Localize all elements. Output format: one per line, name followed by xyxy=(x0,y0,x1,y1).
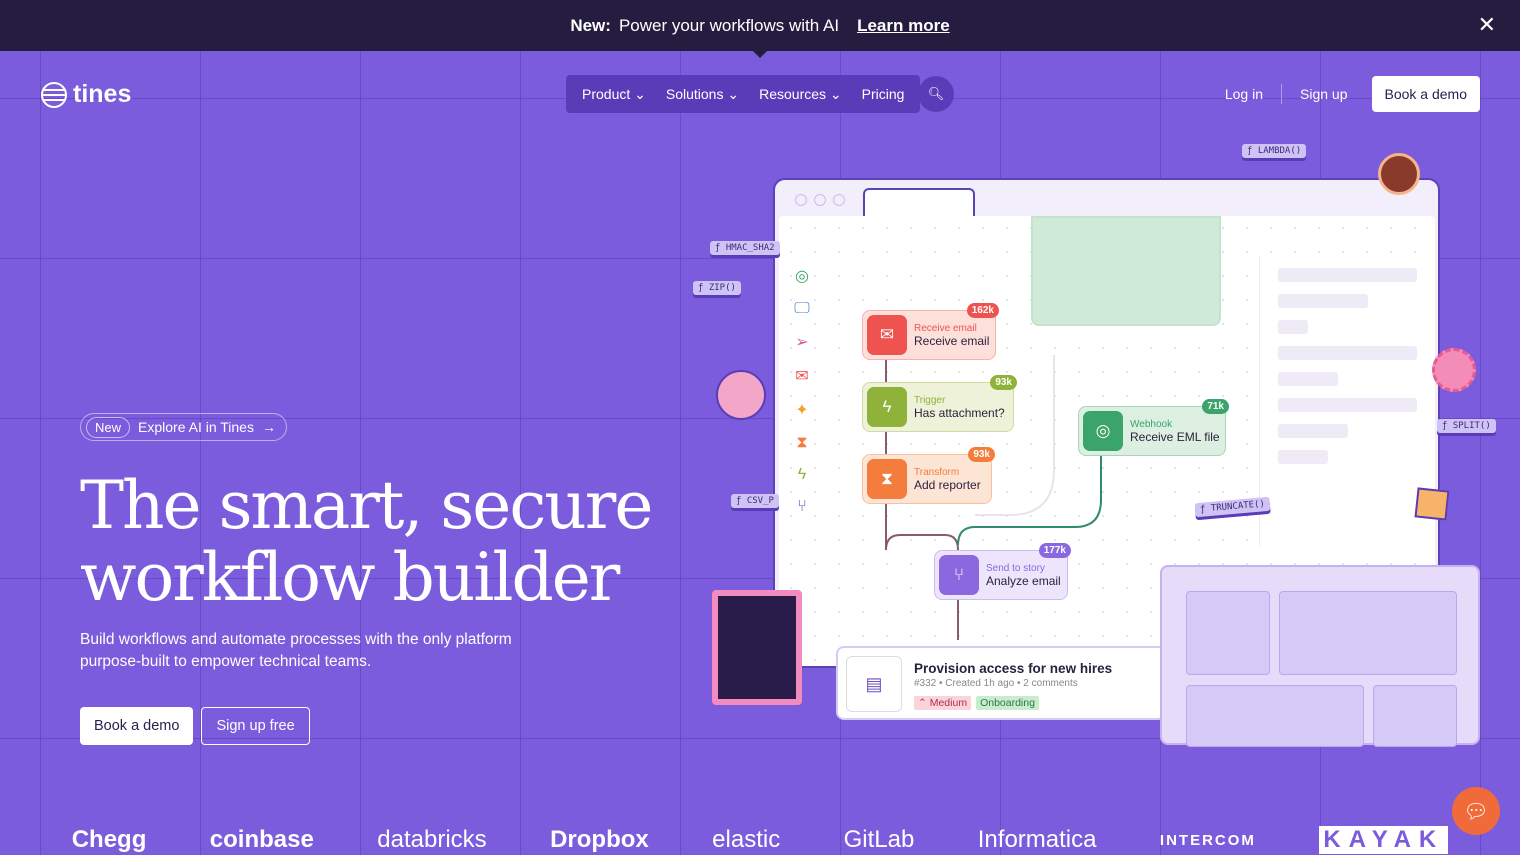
function-tag: ƒ CSV_P xyxy=(731,494,779,508)
node-count: 177k xyxy=(1038,543,1071,558)
logo-gitlab: GitLab xyxy=(843,826,915,853)
function-tag: ƒ ZIP() xyxy=(693,281,741,295)
node-icon: ⑂ xyxy=(939,555,979,595)
logo-coinbase: coinbase xyxy=(209,826,314,853)
document-icon: ▤ xyxy=(846,656,902,712)
logo-chegg: Chegg xyxy=(71,826,147,853)
case-meta: #332 • Created 1h ago • 2 comments xyxy=(914,678,1078,689)
workflow-node[interactable]: ✉ Receive email Receive email 162k xyxy=(862,303,999,360)
workflow-node[interactable]: ⧗ Transform Add reporter 93k xyxy=(862,447,995,504)
node-count: 71k xyxy=(1202,399,1229,414)
pie-chart-panel xyxy=(1186,591,1270,675)
node-label: Receive EML file xyxy=(1130,429,1220,444)
workflow-node[interactable]: ϟ Trigger Has attachment? 93k xyxy=(862,375,1017,432)
node-label: Analyze email xyxy=(986,573,1061,588)
node-kind: Send to story xyxy=(986,562,1045,574)
customer-logos: Chegg coinbase databricks Dropbox elasti… xyxy=(0,826,1520,854)
bar-chart-panel xyxy=(1279,591,1457,675)
priority-badge: ⌃ Medium xyxy=(914,696,972,710)
node-kind: Trigger xyxy=(914,394,946,406)
gantt-panel xyxy=(1373,685,1457,747)
case-card[interactable]: ▤ Provision access for new hires #332 • … xyxy=(836,646,1166,720)
node-icon: ϟ xyxy=(867,387,907,427)
logo-dropbox: Dropbox xyxy=(550,826,649,853)
node-label: Has attachment? xyxy=(914,405,1005,420)
node-icon: ✉ xyxy=(867,315,907,355)
node-count: 93k xyxy=(990,375,1017,390)
node-kind: Receive email xyxy=(914,322,977,334)
node-kind: Webhook xyxy=(1130,418,1173,430)
node-count: 93k xyxy=(968,447,995,462)
clock-icon xyxy=(1378,153,1420,195)
workflow-node[interactable]: ⑂ Send to story Analyze email 177k xyxy=(934,543,1071,600)
node-label: Receive email xyxy=(914,333,990,348)
onboarding-badge: Onboarding xyxy=(976,696,1039,710)
node-label: Add reporter xyxy=(914,477,981,492)
function-tag: ƒ SPLIT() xyxy=(1437,419,1496,433)
space-window-icon xyxy=(712,590,802,705)
logo-informatica: Informatica xyxy=(977,826,1097,853)
node-kind: Transform xyxy=(914,466,960,478)
line-chart-panel xyxy=(1186,685,1364,747)
node-icon: ◎ xyxy=(1083,411,1123,451)
logo-databricks: databricks xyxy=(377,826,487,853)
function-tag: ƒ LAMBDA() xyxy=(1242,144,1307,158)
satellite-icon xyxy=(716,370,766,420)
chat-icon[interactable]: 💬︎ xyxy=(1452,787,1500,835)
logo-elastic: elastic xyxy=(712,826,781,853)
sticky-note-icon xyxy=(1414,487,1450,521)
function-tag: ƒ HMAC_SHA2 xyxy=(710,241,780,255)
node-icon: ⧗ xyxy=(867,459,907,499)
workflow-node[interactable]: ◎ Webhook Receive EML file 71k xyxy=(1078,399,1229,456)
logo-kayak: KAYAK xyxy=(1319,826,1449,854)
node-count: 162k xyxy=(966,303,999,318)
logo-intercom: INTERCOM xyxy=(1159,831,1256,849)
dashboard-illustration xyxy=(1160,565,1480,747)
flower-icon xyxy=(1432,348,1476,392)
case-title: Provision access for new hires xyxy=(914,661,1113,676)
